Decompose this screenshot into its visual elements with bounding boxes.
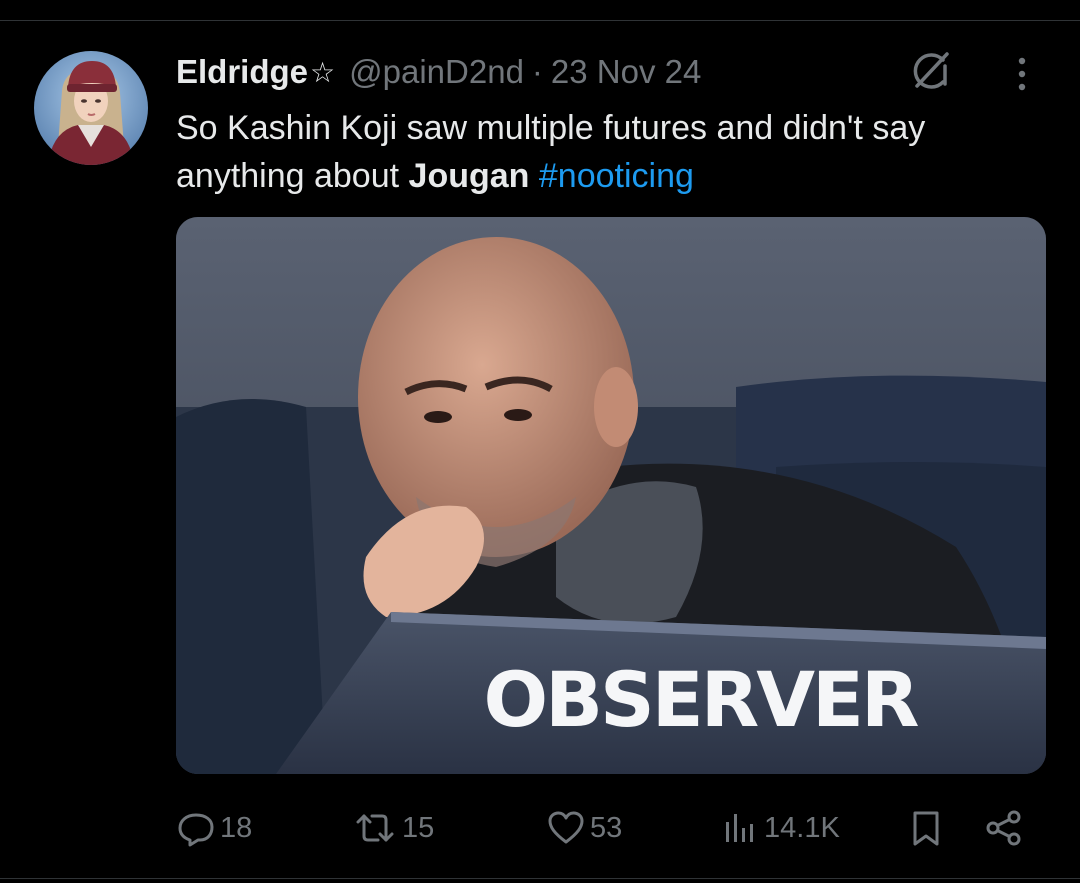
- share-icon: [984, 808, 1028, 848]
- avatar[interactable]: [34, 51, 148, 165]
- action-bar: 18 15 53 14.1K: [0, 800, 1080, 856]
- tweet-text: So Kashin Koji saw multiple futures and …: [176, 104, 1036, 200]
- star-icon: ☆: [310, 56, 336, 88]
- display-name[interactable]: Eldridge: [176, 53, 308, 91]
- reply-button[interactable]: 18: [176, 800, 252, 856]
- heart-icon: [546, 808, 590, 848]
- tweet-screenshot: Eldridge ☆ @painD2nd · 23 Nov 24 So Kash…: [0, 0, 1080, 883]
- bookmark-button[interactable]: [908, 800, 948, 856]
- user-handle[interactable]: @painD2nd: [349, 53, 524, 91]
- share-button[interactable]: [984, 800, 1028, 856]
- like-button[interactable]: 53: [546, 800, 622, 856]
- view-count: 14.1K: [764, 811, 840, 844]
- repost-button[interactable]: 15: [352, 800, 434, 856]
- reply-count: 18: [220, 811, 253, 844]
- more-vertical-icon[interactable]: [1010, 56, 1034, 92]
- grok-icon[interactable]: [905, 46, 955, 96]
- tweet-text-space: [529, 157, 538, 195]
- separator-dot: ·: [531, 53, 543, 90]
- reply-icon: [176, 808, 220, 848]
- bottom-divider: [0, 878, 1080, 879]
- views-icon: [720, 808, 764, 848]
- tweet-text-bold: Jougan: [408, 157, 530, 195]
- tweet-header: Eldridge ☆ @painD2nd · 23 Nov 24: [176, 50, 701, 94]
- like-count: 53: [590, 811, 623, 844]
- top-divider: [0, 20, 1080, 21]
- repost-icon: [352, 808, 402, 848]
- tweet-media-image[interactable]: OBSERVER: [176, 217, 1046, 774]
- tweet-date[interactable]: 23 Nov 24: [551, 53, 701, 91]
- views-button[interactable]: 14.1K: [720, 800, 840, 856]
- hashtag-link[interactable]: #nooticing: [539, 157, 694, 195]
- bookmark-icon: [908, 808, 948, 848]
- repost-count: 15: [402, 811, 435, 844]
- observer-sign-text: OBSERVER: [483, 655, 920, 744]
